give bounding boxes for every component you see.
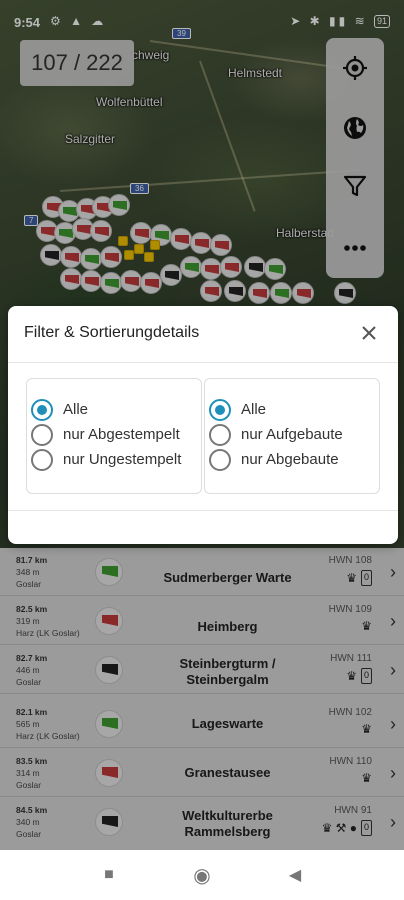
system-nav-bar: ■ ◉ ◀ — [0, 850, 404, 900]
app-root: chweig Helmstedt Wolfenbüttel Salzgitter… — [0, 0, 404, 900]
divider — [8, 510, 398, 511]
square-icon: ■ — [104, 866, 114, 883]
stamp-filter-group: Alle nur Abgestempelt nur Ungestempelt — [26, 378, 202, 494]
radio-label: nur Abgestempelt — [63, 426, 180, 443]
recents-button[interactable]: ■ — [98, 864, 120, 886]
radio-option-alle[interactable]: Alle — [31, 397, 201, 422]
radio-button[interactable] — [31, 398, 53, 421]
radio-option-abgebaute[interactable]: nur Abgebaute — [209, 447, 379, 472]
radio-label: nur Aufgebaute — [241, 426, 343, 443]
radio-button[interactable] — [31, 423, 53, 446]
built-filter-group: Alle nur Aufgebaute nur Abgebaute — [204, 378, 380, 494]
filter-dialog: Filter & Sortierungdetails Alle nur Abge… — [8, 306, 398, 544]
divider — [8, 362, 398, 363]
close-icon — [362, 326, 376, 340]
radio-button[interactable] — [31, 448, 53, 471]
back-button[interactable]: ◀ — [284, 864, 306, 886]
radio-option-alle[interactable]: Alle — [209, 397, 379, 422]
dialog-title: Filter & Sortierungdetails — [24, 324, 200, 341]
radio-label: nur Ungestempelt — [63, 451, 182, 468]
radio-label: nur Abgebaute — [241, 451, 339, 468]
home-button[interactable]: ◉ — [191, 864, 213, 887]
radio-label: Alle — [241, 401, 267, 418]
radio-label: Alle — [63, 401, 89, 418]
close-button[interactable] — [358, 322, 380, 344]
radio-button[interactable] — [209, 448, 231, 471]
radio-button[interactable] — [209, 423, 231, 446]
radio-option-abgestempelt[interactable]: nur Abgestempelt — [31, 422, 201, 447]
radio-option-aufgebaute[interactable]: nur Aufgebaute — [209, 422, 379, 447]
back-triangle-icon: ◀ — [288, 867, 302, 884]
radio-button[interactable] — [209, 398, 231, 421]
home-circle-icon: ◉ — [193, 864, 211, 887]
radio-option-ungestempelt[interactable]: nur Ungestempelt — [31, 447, 201, 472]
